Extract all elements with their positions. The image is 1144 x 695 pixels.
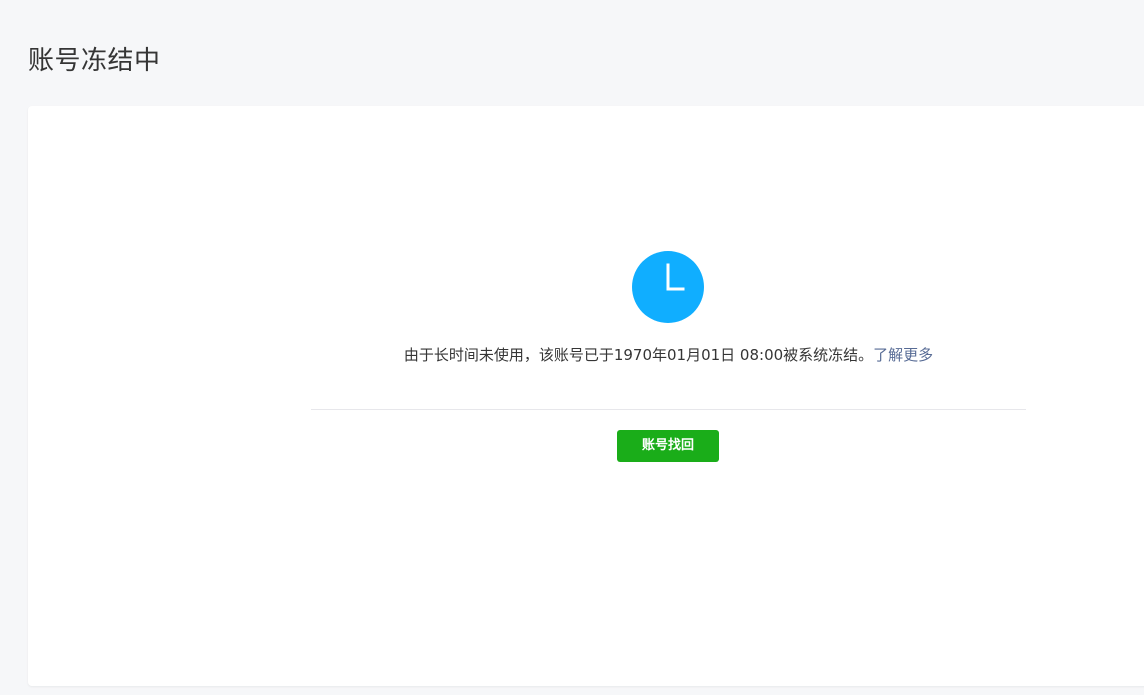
learn-more-link[interactable]: 了解更多 (873, 346, 933, 364)
page-title: 账号冻结中 (28, 46, 161, 76)
frozen-message: 由于长时间未使用，该账号已于1970年01月01日 08:00被系统冻结。了解更… (311, 343, 1026, 367)
divider (311, 409, 1026, 410)
frozen-message-text: 由于长时间未使用，该账号已于1970年01月01日 08:00被系统冻结。 (403, 346, 874, 364)
account-recovery-button[interactable]: 账号找回 (617, 430, 719, 462)
frozen-account-card: 由于长时间未使用，该账号已于1970年01月01日 08:00被系统冻结。了解更… (28, 106, 1144, 686)
clock-icon (632, 251, 704, 323)
